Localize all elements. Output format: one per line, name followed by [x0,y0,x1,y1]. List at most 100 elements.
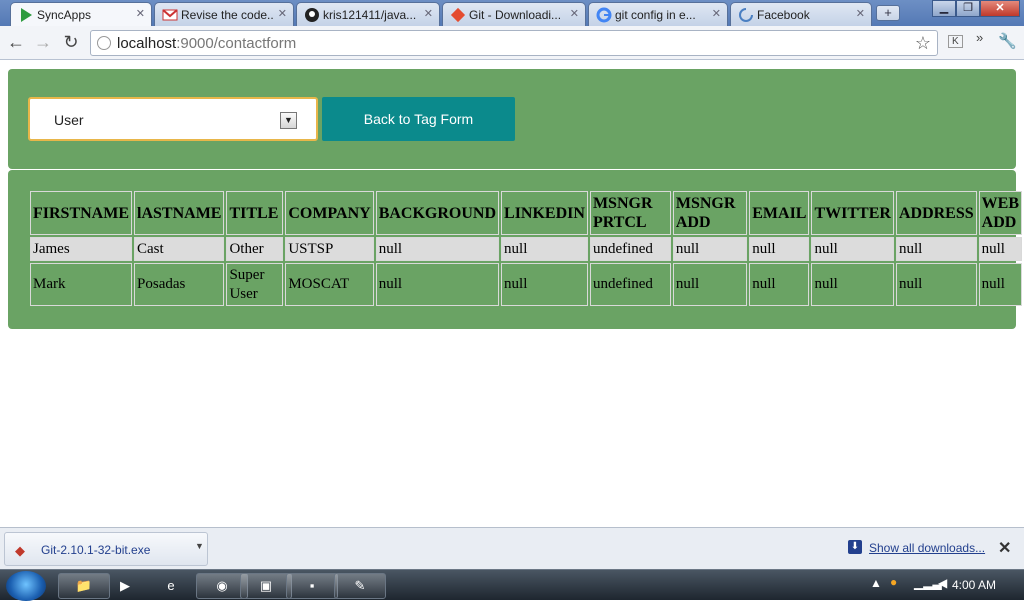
reload-icon[interactable]: ↻ [60,32,82,54]
table-cell: null [811,237,894,261]
start-button[interactable] [6,571,46,601]
column-header: BACKGROUND [375,191,500,235]
clock[interactable]: 4:00 AM [952,578,996,592]
media-player-icon[interactable]: ▶ [104,573,146,599]
git-icon [450,7,466,23]
column-header: TWITTER [811,191,894,235]
column-header: MSNGR ADD [672,191,748,235]
tab-title: git config in e... [615,8,696,22]
table-cell: null [375,263,500,306]
tab-close-icon[interactable]: ✕ [570,7,579,20]
tab-close-icon[interactable]: ✕ [278,7,287,20]
table-cell: null [672,237,748,261]
tab-git-config[interactable]: git config in e... ✕ [588,2,728,26]
table-cell: Posadas [134,263,225,306]
close-shelf-icon[interactable]: ✕ [998,538,1011,558]
tab-close-icon[interactable]: ✕ [424,7,433,20]
user-type-select[interactable]: User ▼ [28,97,318,141]
tab-title: Facebook [757,8,810,22]
tab-github[interactable]: kris121411/java... ✕ [296,2,440,26]
gmail-icon [162,9,178,21]
tab-revise-code[interactable]: Revise the code... ✕ [154,2,294,26]
column-header: EMAIL [749,191,810,235]
table-row: James Cast Other USTSP null null undefin… [30,237,1022,261]
table-cell: null [672,263,748,306]
chevron-more-icon[interactable]: » [976,30,983,45]
table-cell: null [978,263,1022,306]
loading-icon [739,8,753,22]
tab-title: Revise the code... [181,8,273,22]
maximize-icon[interactable]: ❐ [956,0,980,17]
address-url[interactable]: localhost:9000/contactform [117,35,296,52]
chevron-down-icon[interactable]: ▼ [280,112,297,129]
table-cell: Other [226,237,284,261]
table-cell: Super User [226,263,284,306]
column-header: ADDRESS [895,191,977,235]
tab-close-icon[interactable]: ✕ [136,7,145,20]
column-header: COMPANY [285,191,374,235]
column-header: WEB ADD [978,191,1022,235]
column-header: FIRSTNAME [30,191,133,235]
table-cell: null [811,263,894,306]
volume-icon[interactable]: ◀ [938,576,947,590]
explorer-icon[interactable]: 📁 [58,573,110,599]
minimize-icon[interactable]: ▁ [932,0,956,17]
table-cell: Cast [134,237,225,261]
tab-close-icon[interactable]: ✕ [856,7,865,20]
play-icon [21,8,32,22]
tab-title: Git - Downloadi... [469,8,562,22]
table-cell: null [749,263,810,306]
table-cell: James [30,237,133,261]
tab-git-download[interactable]: Git - Downloadi... ✕ [442,2,586,26]
tab-strip: SyncApps ✕ Revise the code... ✕ kris1214… [0,0,1024,27]
show-hidden-icons-icon[interactable]: ▲ [870,576,882,590]
windows-taskbar: 📁 ▶ e ◉ ▣ ▪ ✎ ▲ ● ▁▂▃ ◀ 4:00 AM [0,569,1024,601]
window-controls: ▁ ❐ ✕ [932,0,1020,18]
internet-explorer-icon[interactable]: e [150,573,192,599]
tab-syncapps[interactable]: SyncApps ✕ [10,2,152,27]
github-icon [305,8,319,22]
table-cell: undefined [589,263,671,306]
download-item[interactable]: ◆ Git-2.10.1-32-bit.exe ▼ [4,532,208,566]
column-header: LINKEDIN [501,191,588,235]
tab-facebook[interactable]: Facebook ✕ [730,2,872,26]
download-arrow-icon: ⬇ [848,540,862,554]
git-file-icon: ◆ [15,543,25,558]
notification-app-icon[interactable]: ● [890,575,897,589]
address-bar[interactable]: localhost:9000/contactform ☆ [90,30,938,56]
table-cell: null [749,237,810,261]
paint-icon[interactable]: ✎ [334,573,386,599]
table-row: Mark Posadas Super User MOSCAT null null… [30,263,1022,306]
back-arrow-icon[interactable]: ← [5,32,27,54]
extension-icon[interactable]: K [948,35,963,48]
back-to-tag-form-button[interactable]: Back to Tag Form [322,97,515,141]
table-cell: null [895,263,977,306]
table-cell: undefined [589,237,671,261]
table-cell: null [978,237,1022,261]
chevron-down-icon[interactable]: ▼ [195,541,204,551]
table-cell: Mark [30,263,133,306]
new-tab-button[interactable]: + [876,5,900,21]
page-info-icon[interactable] [97,36,111,50]
table-cell: null [895,237,977,261]
download-file-name: Git-2.10.1-32-bit.exe [41,543,151,557]
wrench-icon[interactable]: 🔧 [998,32,1017,50]
select-value: User [54,112,84,128]
download-shelf: ◆ Git-2.10.1-32-bit.exe ▼ ⬇ Show all dow… [0,527,1024,569]
close-window-icon[interactable]: ✕ [980,0,1020,17]
table-header-row: FIRSTNAME lASTNAME TITLE COMPANY BACKGRO… [30,191,1022,235]
bookmark-star-icon[interactable]: ☆ [915,33,931,54]
table-cell: null [375,237,500,261]
tab-title: SyncApps [37,8,92,22]
show-all-downloads-link[interactable]: Show all downloads... [869,541,985,555]
forward-arrow-icon[interactable]: → [32,32,54,54]
browser-toolbar: ← → ↻ localhost:9000/contactform ☆ K » 🔧 [0,26,1024,60]
google-icon [596,7,612,23]
column-header: MSNGR PRTCL [589,191,671,235]
app-window-icon[interactable]: ▣ [240,573,292,599]
table-cell: USTSP [285,237,374,261]
command-prompt-icon[interactable]: ▪ [286,573,338,599]
table-cell: null [501,237,588,261]
contacts-table: FIRSTNAME lASTNAME TITLE COMPANY BACKGRO… [28,189,1024,308]
tab-close-icon[interactable]: ✕ [712,7,721,20]
